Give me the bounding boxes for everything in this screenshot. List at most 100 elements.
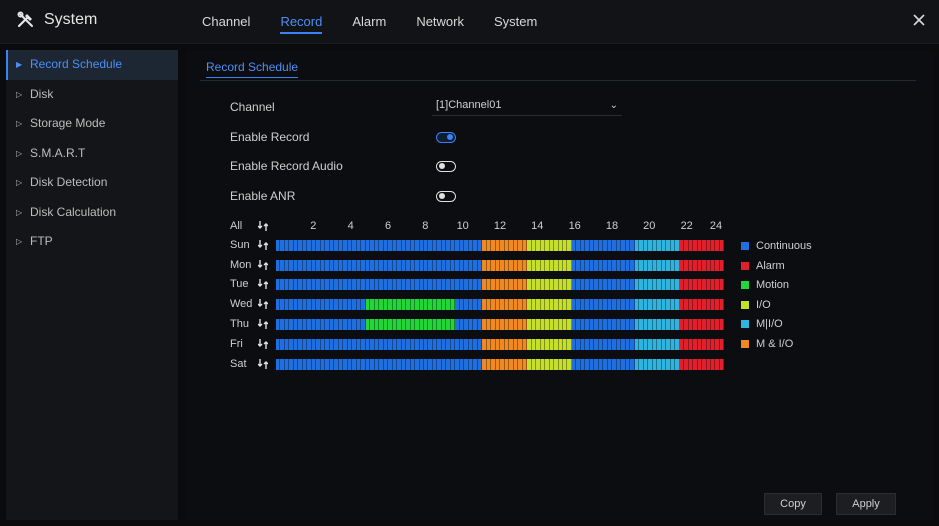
sidebar-item-label: FTP <box>30 234 53 248</box>
day-label-thu: Thu <box>230 318 249 330</box>
swap-icon[interactable] <box>258 298 268 310</box>
triangle-right-icon: ▷ <box>16 207 23 217</box>
legend-swatch <box>741 281 749 289</box>
legend-item-m-and-io[interactable]: M & I/O <box>741 338 793 350</box>
toggle-knob <box>439 193 445 199</box>
hour-label: 4 <box>347 220 354 232</box>
top-bar: System Channel Record Alarm Network Syst… <box>0 0 939 44</box>
legend-item-continuous[interactable]: Continuous <box>741 240 812 252</box>
schedule-cell[interactable] <box>719 319 725 330</box>
sidebar-item-disk-calculation[interactable]: ▷ Disk Calculation <box>6 198 178 228</box>
legend-swatch <box>741 301 749 309</box>
legend-swatch <box>741 242 749 250</box>
sidebar-item-disk[interactable]: ▷ Disk <box>6 80 178 110</box>
hour-label: 12 <box>493 220 507 232</box>
swap-icon[interactable] <box>258 220 268 232</box>
schedule-row-sun[interactable] <box>276 240 725 251</box>
legend-item-m-or-io[interactable]: M|I/O <box>741 318 783 330</box>
schedule-cell[interactable] <box>719 339 725 350</box>
main-tabs: Channel Record Alarm Network System <box>202 0 567 44</box>
toggle-knob <box>439 163 445 169</box>
schedule-cell[interactable] <box>719 359 725 370</box>
sidebar: ▶ Record Schedule ▷ Disk ▷ Storage Mode … <box>6 50 178 520</box>
app-title: System <box>44 11 98 28</box>
legend-swatch <box>741 340 749 348</box>
day-label-sun: Sun <box>230 239 250 251</box>
triangle-right-icon: ▷ <box>16 89 23 99</box>
schedule-cell[interactable] <box>719 279 725 290</box>
enable-record-label: Enable Record <box>230 130 310 144</box>
day-label-wed: Wed <box>230 298 253 310</box>
schedule-cell[interactable] <box>719 299 725 310</box>
schedule-cell[interactable] <box>719 260 725 271</box>
legend-item-alarm[interactable]: Alarm <box>741 260 785 272</box>
legend-item-io[interactable]: I/O <box>741 299 771 311</box>
day-label-tue: Tue <box>230 278 249 290</box>
sidebar-item-label: S.M.A.R.T <box>30 145 86 160</box>
legend-item-motion[interactable]: Motion <box>741 279 789 291</box>
legend-swatch <box>741 320 749 328</box>
swap-icon[interactable] <box>258 239 268 251</box>
legend-label: Continuous <box>756 240 812 252</box>
tab-network[interactable]: Network <box>416 0 464 44</box>
hour-label: 10 <box>456 220 469 232</box>
sidebar-item-label: Disk <box>30 86 54 101</box>
enable-record-audio-label: Enable Record Audio <box>230 159 343 173</box>
sidebar-item-smart[interactable]: ▷ S.M.A.R.T <box>6 139 178 169</box>
tab-record-schedule[interactable]: Record Schedule <box>206 60 299 78</box>
legend-label: Motion <box>756 279 790 291</box>
sidebar-item-label: Disk Calculation <box>30 204 117 219</box>
hour-label: 14 <box>531 220 544 232</box>
swap-icon[interactable] <box>258 338 268 350</box>
tab-alarm[interactable]: Alarm <box>352 0 386 44</box>
day-label-sat: Sat <box>230 358 247 370</box>
tab-record[interactable]: Record <box>280 0 322 44</box>
schedule-row-wed[interactable] <box>276 299 725 310</box>
hour-label: 8 <box>422 220 429 232</box>
schedule-row-thu[interactable] <box>276 319 725 330</box>
triangle-right-icon: ▶ <box>16 60 23 69</box>
triangle-right-icon: ▷ <box>16 119 23 128</box>
legend-label: M & I/O <box>756 338 794 350</box>
schedule-cell[interactable] <box>719 240 725 251</box>
enable-anr-label: Enable ANR <box>230 189 296 203</box>
sidebar-item-record-schedule[interactable]: ▶ Record Schedule <box>6 50 178 80</box>
hour-label: 6 <box>384 220 392 232</box>
toggle-knob <box>447 134 453 140</box>
legend-swatch <box>741 262 749 270</box>
swap-icon[interactable] <box>258 318 268 330</box>
enable-record-audio-toggle[interactable] <box>436 161 456 172</box>
swap-icon[interactable] <box>258 358 268 370</box>
close-icon[interactable] <box>911 12 927 28</box>
divider <box>200 80 916 81</box>
enable-anr-toggle[interactable] <box>436 191 456 202</box>
hour-label: 24 <box>709 220 723 232</box>
copy-button[interactable]: Copy <box>764 493 822 515</box>
chevron-down-icon: ⌄ <box>609 100 618 111</box>
sidebar-item-ftp[interactable]: ▷ FTP <box>6 227 178 257</box>
tools-icon <box>17 11 33 28</box>
tab-system[interactable]: System <box>494 0 537 44</box>
swap-icon[interactable] <box>258 259 268 271</box>
channel-label: Channel <box>230 100 275 114</box>
sidebar-item-disk-detection[interactable]: ▷ Disk Detection <box>6 168 178 198</box>
apply-button[interactable]: Apply <box>836 493 896 515</box>
schedule-row-mon[interactable] <box>276 260 725 271</box>
legend-label: I/O <box>756 299 771 311</box>
hour-label: 22 <box>680 220 693 232</box>
triangle-right-icon: ▷ <box>16 237 23 246</box>
schedule-row-tue[interactable] <box>276 279 725 290</box>
content-panel: Record Schedule Channel [1]Channel01 ⌄ E… <box>186 50 933 520</box>
swap-icon[interactable] <box>258 278 268 290</box>
schedule-row-sat[interactable] <box>276 359 725 370</box>
channel-select[interactable]: [1]Channel01 ⌄ <box>432 96 622 116</box>
hour-label: 18 <box>605 220 619 232</box>
sidebar-item-label: Storage Mode <box>30 116 106 130</box>
schedule-row-fri[interactable] <box>276 339 725 350</box>
triangle-right-icon: ▷ <box>16 148 23 158</box>
enable-record-toggle[interactable] <box>436 132 456 143</box>
sidebar-item-storage-mode[interactable]: ▷ Storage Mode <box>6 109 178 139</box>
sidebar-item-label: Record Schedule <box>30 57 123 71</box>
hour-label: 20 <box>643 220 656 232</box>
tab-channel[interactable]: Channel <box>202 0 250 44</box>
